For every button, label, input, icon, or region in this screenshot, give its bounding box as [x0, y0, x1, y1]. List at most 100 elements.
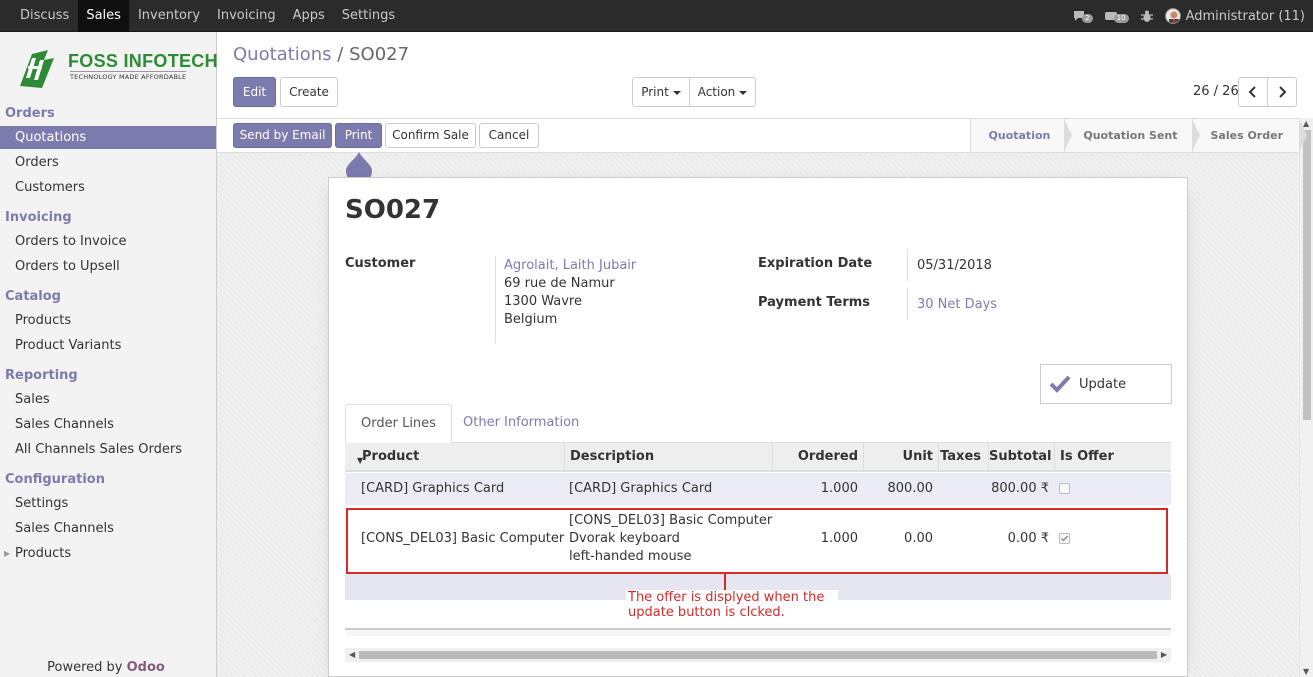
sidebar-item-config-products[interactable]: ▶ Products [0, 542, 216, 565]
stage-quotation-sent[interactable]: Quotation Sent [1064, 119, 1200, 152]
sidebar-item-customers[interactable]: Customers [0, 176, 216, 199]
field-divider [907, 288, 908, 320]
sidebar-item-config-sales-channels[interactable]: Sales Channels [0, 517, 216, 540]
horizontal-scroll-thumb[interactable] [359, 651, 1157, 659]
column-is-offer-product[interactable]: Is Offer Product [1055, 443, 1171, 491]
caret-down-icon [739, 90, 748, 95]
stage-bar: Quotation Quotation Sent Sales Order [969, 119, 1307, 152]
column-subtotal[interactable]: Subtotal [989, 443, 1055, 472]
section-reporting: Reporting [5, 368, 78, 383]
sidebar-item-label: Products [15, 546, 72, 561]
sidebar: FOSS INFOTECH TECHNOLOGY MADE AFFORDABLE… [0, 32, 218, 677]
tab-order-lines[interactable]: Order Lines [345, 404, 452, 443]
row-subtotal: 800.00 ₹ [991, 481, 1049, 496]
row-description: [CARD] Graphics Card [569, 481, 713, 496]
chevron-left-icon [1248, 86, 1256, 98]
print-dropdown[interactable]: Print [632, 77, 690, 107]
send-by-email-button[interactable]: Send by Email [233, 123, 332, 148]
customer-label: Customer [345, 256, 416, 271]
menu-settings[interactable]: Settings [334, 0, 403, 32]
horizontal-scrollbar[interactable]: ◀ ▶ [345, 648, 1171, 662]
user-menu[interactable]: Administrator (11) [1186, 9, 1305, 24]
statusbar: Send by Email Print Confirm Sale Cancel … [217, 118, 1307, 153]
payment-terms-link[interactable]: 30 Net Days [917, 297, 997, 312]
odoo-link[interactable]: Odoo [127, 660, 165, 675]
scroll-right-icon[interactable]: ▶ [1161, 650, 1167, 659]
breadcrumb-separator: / [337, 44, 344, 65]
annotation-line: update button is clcked. [628, 605, 785, 620]
chat-icon[interactable]: 2 [1073, 10, 1093, 23]
section-orders: Orders [5, 106, 55, 121]
breadcrumb-quotations[interactable]: Quotations [233, 44, 332, 65]
annotation-note: The offer is displyed when the update bu… [626, 590, 838, 628]
column-ordered-qty[interactable]: Ordered Qty [773, 443, 864, 491]
stage-sales-order[interactable]: Sales Order [1191, 119, 1307, 152]
sidebar-item-settings[interactable]: Settings [0, 492, 216, 515]
menu-invoicing[interactable]: Invoicing [209, 0, 284, 32]
create-button[interactable]: Create [280, 77, 338, 107]
column-product[interactable]: ▼ Product [345, 443, 565, 472]
sidebar-item-sales[interactable]: Sales [0, 388, 216, 411]
sidebar-item-orders-to-invoice[interactable]: Orders to Invoice [0, 230, 216, 253]
sidebar-item-orders-to-upsell[interactable]: Orders to Upsell [0, 255, 216, 278]
action-label: Action [697, 85, 736, 99]
menu-inventory[interactable]: Inventory [130, 0, 208, 32]
column-description[interactable]: Description [565, 443, 773, 472]
column-taxes[interactable]: Taxes [939, 443, 989, 472]
activity-count-badge: 10 [1113, 13, 1129, 23]
tab-other-information[interactable]: Other Information [448, 404, 594, 443]
menu-apps[interactable]: Apps [285, 0, 333, 32]
table-row[interactable]: [CARD] Graphics Card [CARD] Graphics Car… [345, 473, 1171, 505]
action-dropdown[interactable]: Action [689, 77, 756, 107]
top-navbar: Discuss Sales Inventory Invoicing Apps S… [0, 0, 1313, 32]
update-button[interactable]: Update [1040, 364, 1172, 404]
sidebar-item-sales-channels[interactable]: Sales Channels [0, 413, 216, 436]
annotation-line: The offer is displyed when the [628, 590, 825, 605]
print-button[interactable]: Print [335, 123, 382, 148]
scroll-down-icon[interactable]: ▼ [1303, 667, 1309, 676]
check-icon [1049, 375, 1071, 393]
user-avatar[interactable] [1164, 8, 1181, 24]
scroll-left-icon[interactable]: ◀ [349, 650, 355, 659]
payment-terms-label: Payment Terms [758, 295, 871, 310]
update-label: Update [1079, 376, 1127, 392]
company-logo: FOSS INFOTECH TECHNOLOGY MADE AFFORDABLE [14, 46, 218, 92]
powered-by: Powered by Odoo [0, 660, 212, 675]
logo-name: FOSS INFOTECH [68, 51, 218, 71]
caret-down-icon [672, 90, 681, 95]
edit-button[interactable]: Edit [233, 77, 276, 107]
pager-value: 26 / 26 [1193, 84, 1239, 99]
customer-link[interactable]: Agrolait, Laith Jubair [504, 258, 636, 273]
bug-icon[interactable] [1140, 10, 1153, 23]
menu-discuss[interactable]: Discuss [12, 0, 77, 32]
table-header: ▼ Product Description Ordered Qty Unit P… [345, 443, 1171, 491]
chat-count-badge: 2 [1082, 13, 1093, 23]
confirm-sale-button[interactable]: Confirm Sale [385, 123, 476, 148]
customer-street: 69 rue de Namur [504, 276, 615, 291]
breadcrumb: Quotations / SO027 [233, 44, 409, 65]
sidebar-item-product-variants[interactable]: Product Variants [0, 334, 216, 357]
customer-city: 1300 Wavre [504, 294, 582, 309]
section-catalog: Catalog [5, 289, 61, 304]
column-unit-price[interactable]: Unit Price [864, 443, 939, 491]
sort-desc-icon: ▼ [357, 456, 364, 465]
section-invoicing: Invoicing [5, 210, 72, 225]
powered-prefix: Powered by [47, 660, 123, 675]
sidebar-item-quotations[interactable]: Quotations [0, 126, 216, 149]
section-configuration: Configuration [5, 472, 105, 487]
pager-next-button[interactable] [1267, 77, 1297, 107]
cancel-button[interactable]: Cancel [479, 123, 539, 148]
pager-previous-button[interactable] [1238, 77, 1268, 107]
customer-country: Belgium [504, 312, 558, 327]
annotation-highlight-box [346, 508, 1168, 574]
stage-quotation[interactable]: Quotation [969, 119, 1073, 152]
field-divider [495, 256, 496, 343]
activity-icon[interactable]: 10 [1104, 10, 1129, 23]
menu-sales[interactable]: Sales [78, 0, 129, 32]
vertical-scrollbar[interactable]: ▲ ▼ [1299, 118, 1313, 677]
sidebar-item-all-channels-sales-orders[interactable]: All Channels Sales Orders [0, 438, 216, 461]
vertical-scroll-thumb[interactable] [1303, 130, 1311, 420]
row-unit-price: 800.00 [887, 481, 934, 496]
sidebar-item-orders[interactable]: Orders [0, 151, 216, 174]
sidebar-item-products[interactable]: Products [0, 309, 216, 332]
